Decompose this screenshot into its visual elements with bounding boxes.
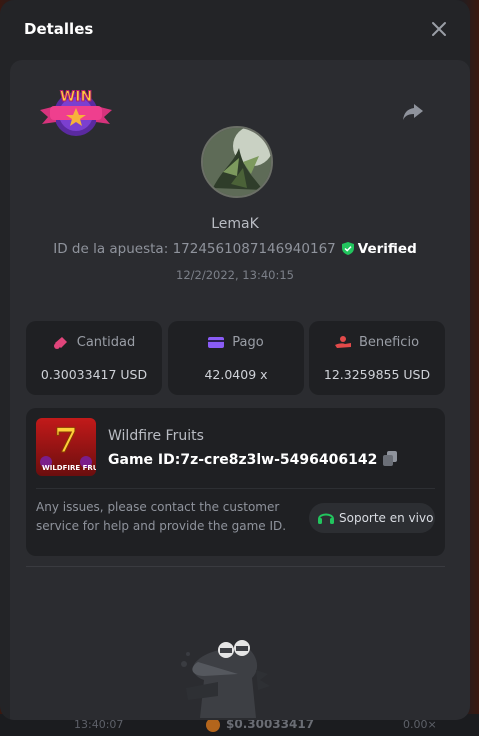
- game-card: 7 WILDFIRE FRUITS Wildfire Fruits Game I…: [26, 408, 445, 556]
- bet-id-row: ID de la apuesta: 1724561087146940167 Ver…: [0, 241, 470, 257]
- stat-value: 0.30033417 USD: [40, 367, 148, 382]
- modal-header: Detalles: [0, 0, 470, 60]
- win-badge-icon: WIN: [38, 84, 114, 142]
- player-username: LemaK: [211, 216, 259, 232]
- crocodile-mascot-icon: [178, 630, 278, 720]
- wallet-icon: [208, 337, 225, 348]
- verified-label: Verified: [357, 241, 417, 257]
- share-button[interactable]: [400, 100, 426, 124]
- live-support-button[interactable]: Soporte en vivo: [309, 503, 435, 533]
- bet-details-modal: Detalles WIN LemaK ID de la apuesta: 172…: [0, 0, 470, 720]
- stat-card-cantidad: Cantidad 0.30033417 USD: [26, 321, 162, 395]
- svg-text:WILDFIRE FRUITS: WILDFIRE FRUITS: [42, 464, 96, 472]
- shield-check-icon: [341, 242, 354, 255]
- headset-icon: [318, 513, 334, 524]
- copy-icon: [383, 451, 398, 466]
- support-message: Any issues, please contact the customer …: [36, 500, 287, 533]
- stat-value: 12.3259855 USD: [323, 367, 431, 382]
- modal-title: Detalles: [24, 20, 94, 38]
- bet-id-value: 1724561087146940167: [172, 241, 336, 257]
- stat-label: Beneficio: [358, 335, 420, 350]
- stat-label: Pago: [232, 335, 264, 350]
- game-thumbnail[interactable]: 7 WILDFIRE FRUITS: [36, 418, 96, 476]
- card-divider: [36, 488, 435, 489]
- svg-text:7: 7: [54, 421, 78, 461]
- game-id-value: 7z-cre8z3lw-5496406142: [180, 452, 378, 468]
- profit-hand-icon: [334, 336, 351, 348]
- stat-label: Cantidad: [76, 335, 136, 350]
- coin-icon: [206, 718, 220, 732]
- bet-id-label: ID de la apuesta:: [53, 241, 169, 257]
- copy-button[interactable]: [383, 451, 398, 470]
- close-icon: [432, 22, 446, 36]
- close-button[interactable]: [428, 18, 450, 40]
- coins-icon: [53, 337, 67, 349]
- section-divider: [26, 566, 445, 567]
- svg-text:WIN: WIN: [60, 89, 92, 105]
- live-support-label: Soporte en vivo: [339, 511, 434, 525]
- avatar: [201, 126, 273, 198]
- stat-value: 42.0409 x: [204, 367, 268, 382]
- bet-datetime: 12/2/2022, 13:40:15: [176, 268, 294, 282]
- game-id: Game ID:7z-cre8z3lw-5496406142: [108, 451, 398, 470]
- stat-card-beneficio: Beneficio 12.3259855 USD: [309, 321, 445, 395]
- game-name: Wildfire Fruits: [108, 428, 204, 444]
- stat-card-pago: Pago 42.0409 x: [168, 321, 304, 395]
- share-icon: [403, 104, 423, 120]
- game-id-label: Game ID:: [108, 452, 181, 468]
